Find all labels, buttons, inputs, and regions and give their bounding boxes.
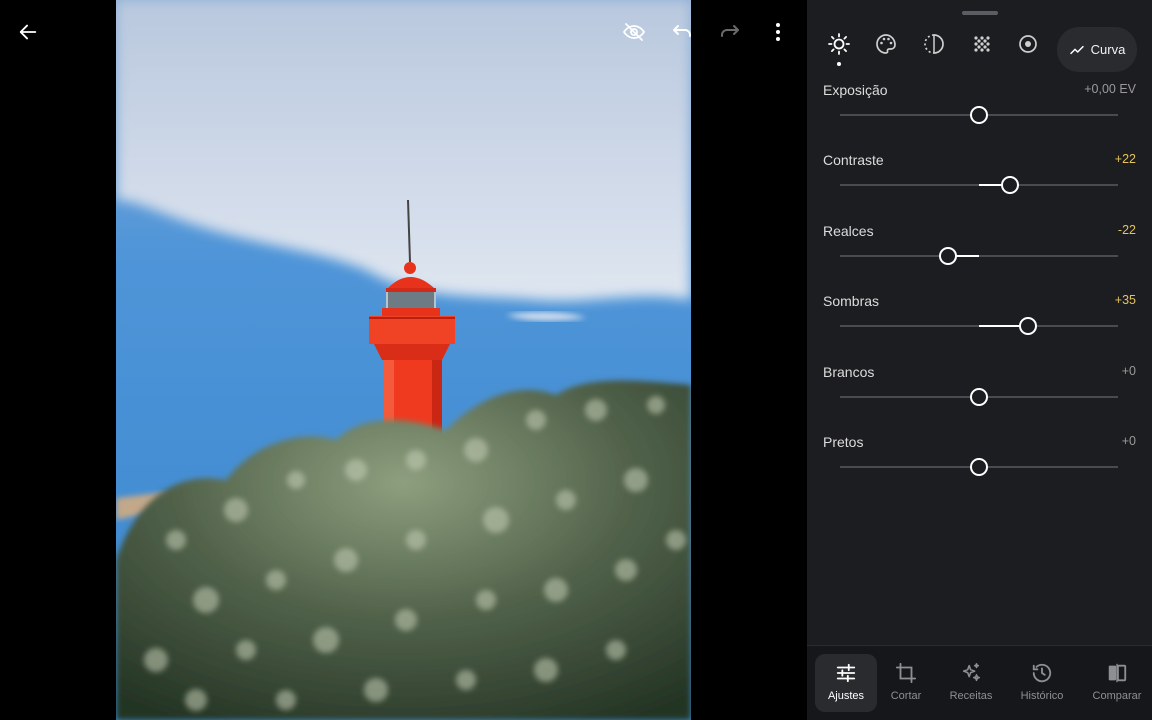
undo-icon [673,25,691,37]
nav-label: Receitas [949,690,993,702]
slider-value: +0 [1121,434,1136,448]
slider-label: Pretos [823,434,864,450]
slider-whites: Brancos +0 [807,364,1152,434]
slider-knob[interactable] [1018,317,1037,335]
sliders-icon [836,663,856,683]
slider-knob[interactable] [970,458,988,476]
undo-button[interactable] [666,16,698,48]
slider-label: Sombras [823,293,880,309]
curve-button[interactable]: Curva [1057,27,1137,72]
half-circle-icon [924,34,944,54]
panel-drag-handle[interactable] [962,11,998,15]
slider-label: Brancos [823,364,875,380]
lens-icon [1019,35,1037,53]
slider-track[interactable] [840,247,1118,265]
slider-knob[interactable] [1000,176,1019,194]
dots-grid-icon [974,36,990,52]
slider-track[interactable] [840,458,1118,476]
slider-label: Contraste [823,152,884,168]
nav-history[interactable]: Histórico [1011,654,1073,712]
slider-exposure: Exposição +0,00 EV [807,82,1152,152]
curve-icon [1069,45,1084,54]
compare-icon [1108,663,1127,683]
redo-button[interactable] [714,16,746,48]
slider-label: Realces [823,223,874,239]
bottom-navigation: Ajustes Cortar Receitas Histórico Compar… [807,645,1152,720]
nav-presets[interactable]: Receitas [940,654,1002,712]
slider-knob[interactable] [939,247,958,265]
tab-effects[interactable] [916,26,952,62]
tab-light[interactable] [821,26,857,66]
slider-track[interactable] [840,106,1118,124]
more-menu-button[interactable] [762,16,794,48]
nav-compare[interactable]: Comparar [1086,654,1148,712]
slider-highlights: Realces -22 [807,223,1152,293]
palette-icon [876,34,896,54]
nav-label: Histórico [1020,690,1064,702]
nav-label: Comparar [1092,690,1142,702]
slider-track[interactable] [840,388,1118,406]
slider-contrast: Contraste +22 [807,152,1152,222]
arrow-left-icon [19,24,37,40]
slider-shadows: Sombras +35 [807,293,1152,363]
slider-knob[interactable] [970,388,988,406]
slider-blacks: Pretos +0 [807,434,1152,504]
slider-track[interactable] [840,317,1118,335]
nav-adjustments[interactable]: Ajustes [815,654,877,712]
slider-label: Exposição [823,82,888,98]
more-vertical-icon [776,23,780,41]
sparkles-icon [962,663,981,682]
curve-label: Curva [1090,42,1126,57]
nav-label: Ajustes [827,690,865,702]
eye-off-icon [622,23,646,41]
photo-editor-app: Curva Exposição +0,00 EV Contraste +22 R… [0,0,1152,720]
tab-color[interactable] [868,26,904,62]
sun-icon [828,33,850,55]
photo-preview[interactable] [116,0,691,720]
image-canvas [0,0,807,720]
slider-value: +0 [1121,364,1136,378]
slider-track[interactable] [840,176,1118,194]
tab-detail[interactable] [964,26,1000,62]
adjustments-panel: Curva Exposição +0,00 EV Contraste +22 R… [807,0,1152,720]
slider-value: +0,00 EV [1084,82,1136,96]
nav-crop[interactable]: Cortar [875,654,937,712]
slider-knob[interactable] [970,106,988,124]
slider-value: -22 [1117,223,1136,237]
hide-edits-button[interactable] [618,16,650,48]
tab-optics[interactable] [1010,26,1046,62]
slider-value: +35 [1114,293,1136,307]
back-button[interactable] [12,16,44,48]
slider-value: +22 [1114,152,1136,166]
history-icon [1032,663,1052,683]
nav-label: Cortar [890,690,922,702]
redo-icon [721,25,739,37]
crop-icon [895,662,917,684]
active-tab-indicator [837,62,841,66]
